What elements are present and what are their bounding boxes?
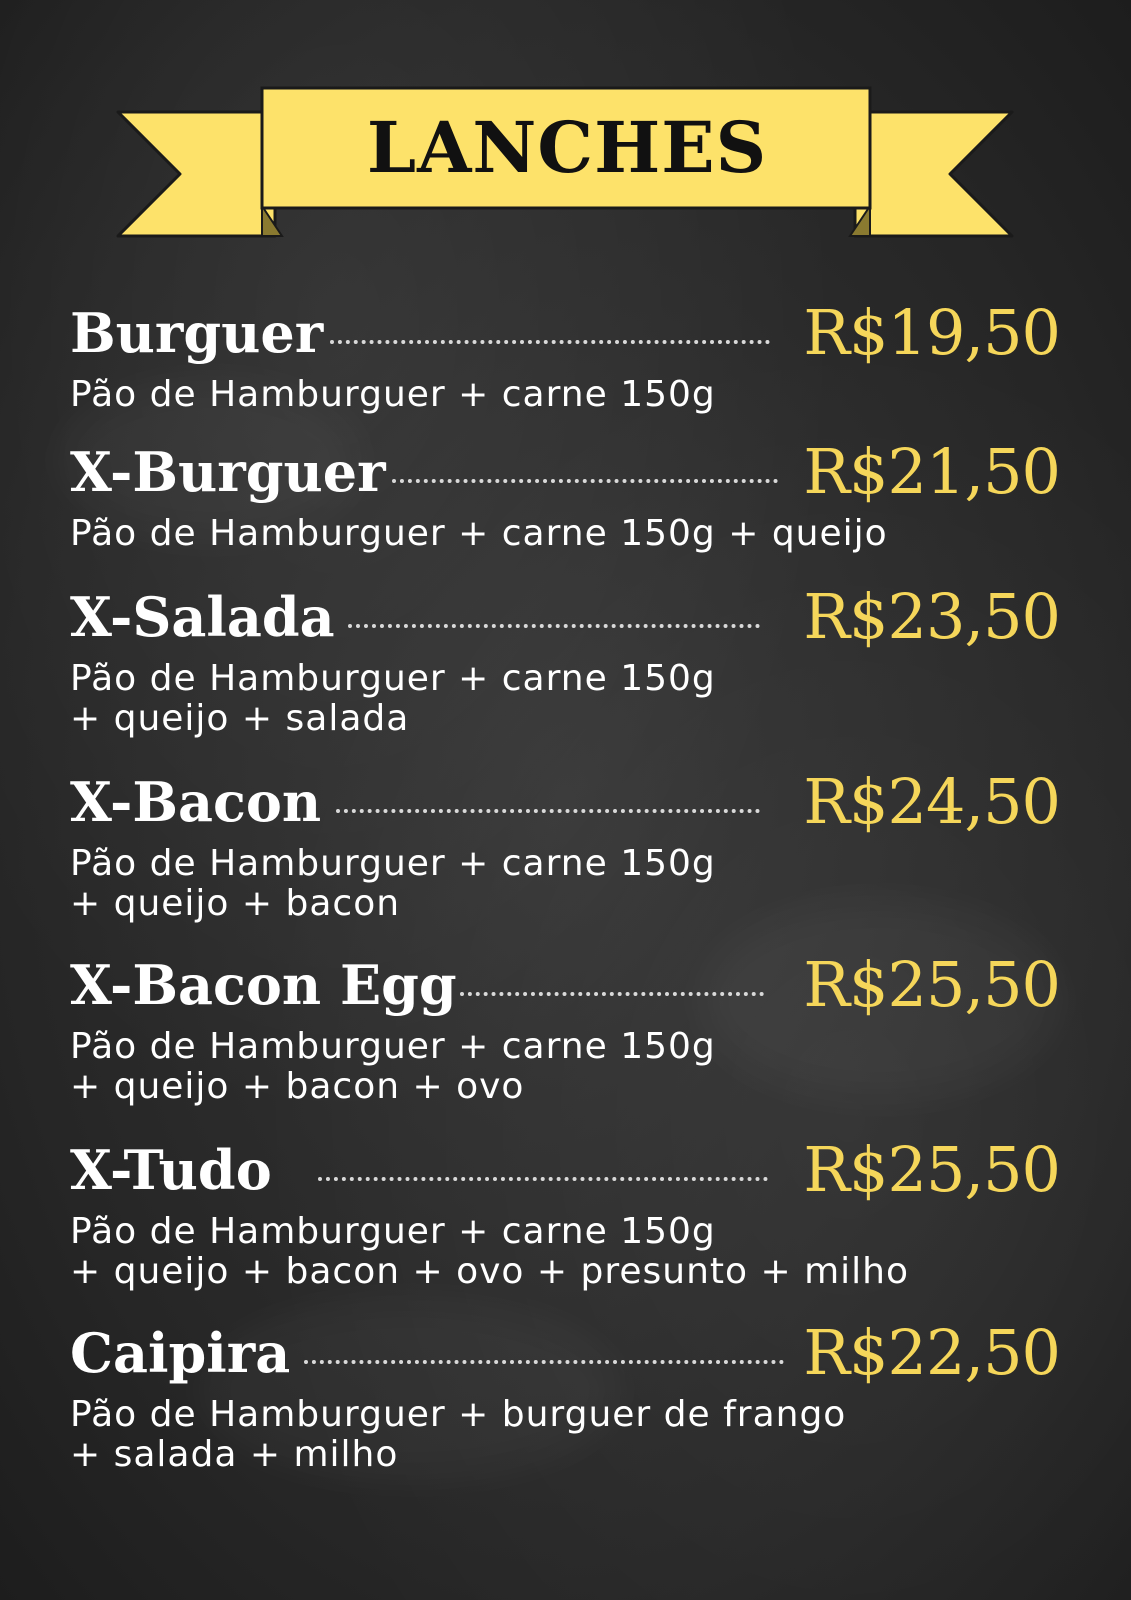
menu-item-header: Burguer R$19,50 (70, 293, 1061, 373)
menu-item-header: X-Tudo R$25,50 (70, 1130, 1061, 1210)
menu-item-price: R$25,50 (803, 948, 1061, 1021)
menu-item: X-Burguer R$21,50 Pão de Hamburguer + carn… (70, 432, 1061, 554)
description-line: + queijo + bacon (70, 883, 401, 924)
dotted-leader-line (304, 1360, 784, 1364)
menu-item-price: R$19,50 (803, 296, 1061, 369)
menu-item-name: X-Bacon (70, 770, 322, 834)
menu-item-price: R$25,50 (803, 1133, 1061, 1206)
description-line: Pão de Hamburguer + carne 150g (70, 1211, 716, 1252)
menu-item: X-Bacon Egg R$25,50 Pão de Hamburguer + ca… (70, 945, 1061, 1107)
dotted-leader-line (336, 809, 760, 813)
menu-item-description: Pão de Hamburguer + carne 150g + queijo +… (70, 1027, 1060, 1107)
description-line: Pão de Hamburguer + carne 150g + queijo (70, 513, 888, 554)
description-line: Pão de Hamburguer + carne 150g (70, 1026, 716, 1067)
menu-item-name: Burguer (70, 301, 324, 365)
menu-item-header: X-Burguer R$21,50 (70, 432, 1061, 512)
description-line: + queijo + bacon + ovo + presunto + milh… (70, 1251, 910, 1292)
dotted-leader-line (330, 340, 770, 344)
menu-item-header: X-Salada R$23,50 (70, 577, 1061, 657)
menu-item-name: X-Bacon Egg (70, 953, 457, 1017)
dotted-leader-line (392, 479, 778, 483)
menu-item-description: Pão de Hamburguer + carne 150g + queijo +… (70, 1212, 1060, 1292)
menu-item-price: R$21,50 (803, 435, 1061, 508)
menu-item: X-Salada R$23,50 Pão de Hamburguer + carne… (70, 577, 1061, 739)
description-line: Pão de Hamburguer + carne 150g (70, 374, 716, 415)
menu-item-description: Pão de Hamburguer + carne 150g + queijo (70, 514, 1060, 554)
menu-item-header: Caipira R$22,50 (70, 1313, 1061, 1393)
menu-item-name: X-Tudo (70, 1138, 272, 1202)
description-line: + salada + milho (70, 1434, 399, 1475)
menu-item-header: X-Bacon R$24,50 (70, 762, 1061, 842)
dotted-leader-line (460, 992, 764, 996)
menu-item-name: Caipira (70, 1321, 291, 1385)
description-line: Pão de Hamburguer + carne 150g (70, 658, 716, 699)
menu-item-price: R$23,50 (803, 580, 1061, 653)
description-line: Pão de Hamburguer + burguer de frango (70, 1394, 847, 1435)
menu-item: X-Bacon R$24,50 Pão de Hamburguer + carne … (70, 762, 1061, 924)
menu-title: LANCHES (366, 106, 768, 189)
menu-item-header: X-Bacon Egg R$25,50 (70, 945, 1061, 1025)
menu-item-name: X-Salada (70, 585, 335, 649)
description-line: + queijo + salada (70, 698, 410, 739)
description-line: Pão de Hamburguer + carne 150g (70, 843, 716, 884)
description-line: + queijo + bacon + ovo (70, 1066, 525, 1107)
menu-item-description: Pão de Hamburguer + carne 150g + queijo +… (70, 659, 1060, 739)
menu-item: Burguer R$19,50 Pão de Hamburguer + carne … (70, 293, 1061, 415)
menu-item-description: Pão de Hamburguer + carne 150g (70, 375, 1060, 415)
menu-item-price: R$24,50 (803, 765, 1061, 838)
menu-item: Caipira R$22,50 Pão de Hamburguer + burgue… (70, 1313, 1061, 1475)
chalkboard-menu: LANCHES Burguer R$19,50 Pão de Hamburguer … (0, 0, 1131, 1600)
dotted-leader-line (318, 1177, 768, 1181)
dotted-leader-line (348, 624, 760, 628)
menu-item-price: R$22,50 (803, 1316, 1061, 1389)
menu-item-name: X-Burguer (70, 440, 386, 504)
title-banner: LANCHES (0, 0, 1131, 250)
menu-item: X-Tudo R$25,50 Pão de Hamburguer + carne 1… (70, 1130, 1061, 1292)
menu-item-description: Pão de Hamburguer + carne 150g + queijo +… (70, 844, 1060, 924)
menu-item-description: Pão de Hamburguer + burguer de frango + s… (70, 1395, 1060, 1475)
